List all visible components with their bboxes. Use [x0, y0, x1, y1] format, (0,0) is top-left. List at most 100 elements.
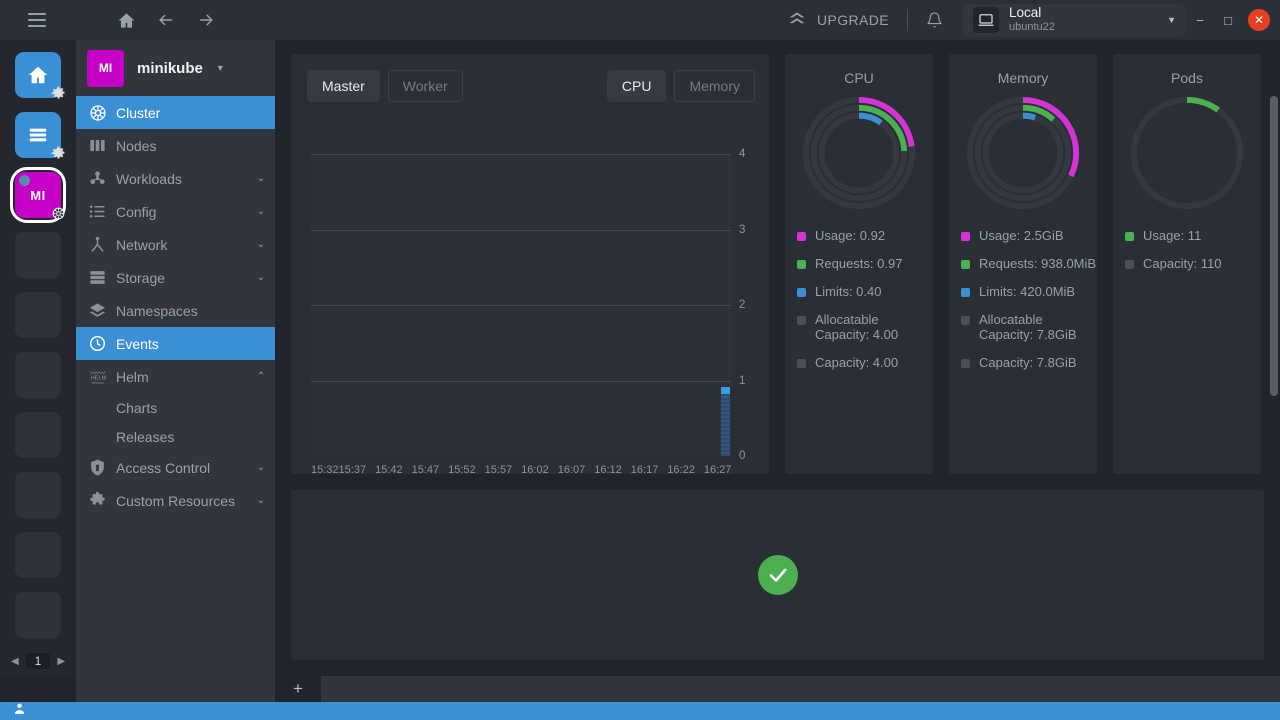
rail-pager-page[interactable]: 1 — [26, 653, 51, 669]
bottom-tab-bar: + — [76, 676, 1280, 702]
legend-item: Requests: 0.97 — [797, 256, 933, 272]
chart-y-tick: 4 — [739, 148, 745, 160]
home-tile[interactable] — [15, 52, 61, 98]
empty-tile[interactable] — [15, 592, 61, 638]
sidebar-item-config[interactable]: Config⌄ — [76, 195, 275, 228]
tab-metric-cpu[interactable]: CPU — [607, 70, 667, 102]
legend-swatch — [961, 260, 970, 269]
legend-item: Limits: 420.0MiB — [961, 284, 1097, 300]
chart-gridline — [311, 154, 731, 155]
chart-y-tick: 2 — [739, 299, 745, 311]
home-icon[interactable] — [109, 3, 143, 37]
gear-icon — [50, 85, 67, 102]
rail-empty-tile[interactable] — [15, 532, 61, 578]
sidebar-cluster-header[interactable]: MI minikube ▼ — [76, 40, 275, 96]
legend-label: Capacity: 110 — [1143, 256, 1222, 272]
user-icon[interactable] — [13, 702, 26, 720]
arrow-left-icon[interactable] — [149, 3, 183, 37]
sidebar-item-helm[interactable]: HELMHelm⌃ — [76, 360, 275, 393]
chart-bar-cap — [721, 387, 730, 394]
chart-x-tick: 16:27 — [704, 464, 732, 476]
sidebar-item-label: Cluster — [116, 105, 247, 121]
rail-pager-next[interactable]: ▶ — [57, 656, 65, 667]
legend-label: Requests: 0.97 — [815, 256, 902, 272]
chevron-down-icon: ⌄ — [247, 495, 275, 506]
close-button[interactable]: ✕ — [1248, 9, 1270, 31]
sidebar-item-namespaces[interactable]: Namespaces — [76, 294, 275, 327]
helm-text-icon: HELM — [88, 367, 116, 386]
overview-cards-row: MasterWorker CPUMemory 43210 15:3215:371… — [291, 54, 1270, 474]
chart-gridline — [311, 381, 731, 382]
laptop-icon — [973, 7, 999, 33]
gauge-track — [1134, 100, 1240, 206]
helm-wheel-icon — [50, 205, 67, 222]
empty-tile[interactable] — [15, 352, 61, 398]
upgrade-label: UPGRADE — [817, 12, 889, 28]
catalog-tile[interactable] — [15, 112, 61, 158]
legend-label: Limits: 420.0MiB — [979, 284, 1075, 300]
sidebar-item-storage[interactable]: Storage⌄ — [76, 261, 275, 294]
legend-swatch — [797, 316, 806, 325]
empty-tile[interactable] — [15, 532, 61, 578]
gauge-track — [822, 116, 897, 191]
sidebar-subitem-releases[interactable]: Releases — [76, 422, 275, 451]
add-tab-button[interactable]: + — [275, 676, 321, 702]
tab-node-master[interactable]: Master — [307, 70, 380, 102]
legend-item: Requests: 938.0MiB — [961, 256, 1097, 272]
context-subtitle: ubuntu22 — [1009, 22, 1055, 34]
sidebar-subitem-charts[interactable]: Charts — [76, 393, 275, 422]
cluster-context-select[interactable]: Local ubuntu22 ▼ — [963, 4, 1186, 37]
rail-empty-tile[interactable] — [15, 292, 61, 338]
rail-empty-tile[interactable] — [15, 232, 61, 278]
legend-item: Capacity: 110 — [1125, 256, 1261, 272]
legend-label: Allocatable Capacity: 7.8GiB — [979, 312, 1097, 344]
svg-text:HELM: HELM — [91, 376, 107, 382]
legend-item: Usage: 11 — [1125, 228, 1261, 244]
sidebar-item-label: Config — [116, 204, 247, 220]
shield-icon — [88, 458, 116, 477]
tab-metric-memory[interactable]: Memory — [674, 70, 755, 102]
chevron-up-icon: ⌃ — [247, 371, 275, 382]
gauge-card-pods: PodsUsage: 11Capacity: 110 — [1113, 54, 1261, 474]
puzzle-icon — [88, 491, 116, 510]
legend-swatch — [961, 232, 970, 241]
sidebar-item-workloads[interactable]: Workloads⌄ — [76, 162, 275, 195]
hamburger-icon[interactable] — [28, 13, 46, 27]
minimize-button[interactable]: − — [1186, 6, 1214, 34]
rail-pager-prev[interactable]: ◀ — [11, 656, 19, 667]
rail-empty-tile[interactable] — [15, 472, 61, 518]
cluster-name: minikube — [137, 60, 203, 77]
rail-empty-tile[interactable] — [15, 592, 61, 638]
bell-icon[interactable] — [912, 11, 957, 29]
chart-tab-row: MasterWorker CPUMemory — [307, 70, 755, 102]
title-bar: UPGRADE Local ubuntu22 ▼ − □ ✕ — [0, 0, 1280, 40]
bottom-panel — [291, 490, 1264, 660]
chevron-down-icon: ⌄ — [247, 239, 275, 250]
empty-tile[interactable] — [15, 292, 61, 338]
maximize-button[interactable]: □ — [1214, 6, 1242, 34]
empty-tile[interactable] — [15, 412, 61, 458]
navigation-controls — [109, 3, 223, 37]
rail-empty-tile[interactable] — [15, 412, 61, 458]
sidebar-item-nodes[interactable]: Nodes — [76, 129, 275, 162]
sidebar-item-access-control[interactable]: Access Control⌄ — [76, 451, 275, 484]
legend-swatch — [1125, 232, 1134, 241]
sidebar-item-events[interactable]: Events — [76, 327, 275, 360]
main-scrollbar-thumb[interactable] — [1270, 96, 1278, 396]
rail-empty-tile[interactable] — [15, 352, 61, 398]
sidebar-item-label: Access Control — [116, 460, 247, 476]
legend-swatch — [961, 288, 970, 297]
empty-tile[interactable] — [15, 232, 61, 278]
context-text: Local ubuntu22 — [1009, 6, 1055, 34]
success-check-icon — [758, 555, 798, 595]
chart-x-tick: 15:32 — [311, 464, 339, 476]
arrow-right-icon[interactable] — [189, 3, 223, 37]
sidebar-item-cluster[interactable]: Cluster — [76, 96, 275, 129]
empty-tile[interactable] — [15, 472, 61, 518]
sidebar-item-network[interactable]: Network⌄ — [76, 228, 275, 261]
sidebar-item-label: Workloads — [116, 171, 247, 187]
tab-node-worker[interactable]: Worker — [388, 70, 463, 102]
upgrade-button[interactable]: UPGRADE — [772, 9, 903, 32]
sidebar-item-custom-resources[interactable]: Custom Resources⌄ — [76, 484, 275, 517]
cluster-tile-minikube[interactable]: MI — [15, 172, 61, 218]
